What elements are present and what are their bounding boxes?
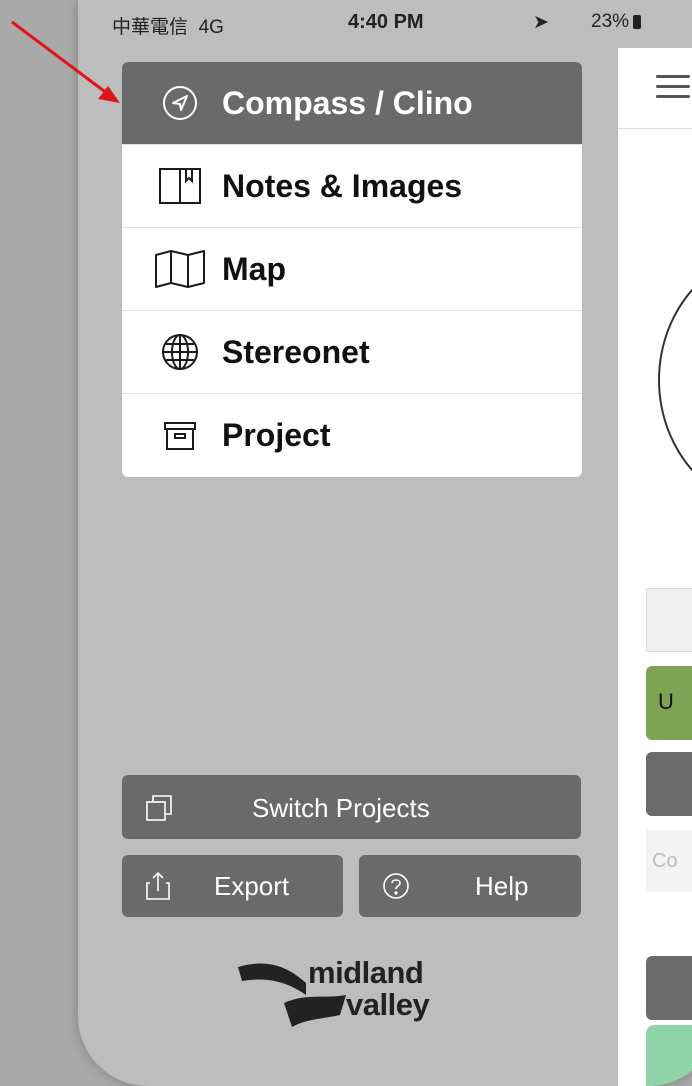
compass-icon (163, 86, 197, 120)
switch-projects-label: Switch Projects (252, 793, 430, 823)
switch-projects-button[interactable]: Switch Projects (122, 775, 581, 839)
menu-item-label: Notes & Images (222, 167, 463, 204)
menu-item-map[interactable]: Map (122, 228, 582, 311)
menu-item-stereonet[interactable]: Stereonet (122, 311, 582, 394)
export-label: Export (214, 871, 290, 901)
green-button-label: U (658, 689, 674, 714)
compass-dial (658, 248, 692, 512)
question-circle-icon (383, 873, 409, 899)
menu-item-project[interactable]: Project (122, 394, 582, 477)
side-drawer: Compass / Clino Notes & Images Map Stere… (78, 0, 618, 1086)
midland-valley-logo: midland valley (236, 955, 466, 1045)
comment-input[interactable]: Co (646, 830, 692, 892)
logo-text-midland: midland (308, 955, 424, 990)
share-icon (146, 871, 170, 900)
menu-item-compass-clino[interactable]: Compass / Clino (122, 62, 582, 145)
logo-text-valley: valley (346, 987, 430, 1022)
help-button[interactable]: Help (359, 855, 581, 917)
main-content-peek: U Co (618, 48, 692, 1086)
nav-menu: Compass / Clino Notes & Images Map Stere… (122, 62, 582, 477)
main-header (618, 48, 692, 129)
menu-item-label: Project (222, 417, 331, 453)
menu-item-notes-images[interactable]: Notes & Images (122, 145, 582, 228)
hamburger-menu-icon[interactable] (656, 75, 690, 105)
menu-item-label: Stereonet (222, 333, 370, 370)
battery-icon (633, 15, 642, 29)
help-label: Help (475, 871, 529, 901)
notebook-icon (159, 168, 201, 204)
map-icon (155, 250, 205, 288)
green-action-button[interactable]: U (646, 666, 692, 740)
menu-item-label: Map (222, 250, 286, 287)
grey-action-button-2[interactable] (646, 956, 692, 1020)
value-box (646, 588, 692, 652)
globe-icon (162, 334, 198, 370)
mint-action-button[interactable] (646, 1025, 692, 1086)
menu-item-label: Compass / Clino (222, 84, 473, 121)
export-button[interactable]: Export (122, 855, 343, 917)
grey-action-button-1[interactable] (646, 752, 692, 816)
comment-input-placeholder: Co (652, 850, 678, 872)
copy-icon (146, 795, 172, 821)
phone-screen: U Co 中華電信 4G 4:40 PM ➤ 23% Compass / Cli… (78, 0, 692, 1086)
archive-box-icon (164, 421, 196, 450)
